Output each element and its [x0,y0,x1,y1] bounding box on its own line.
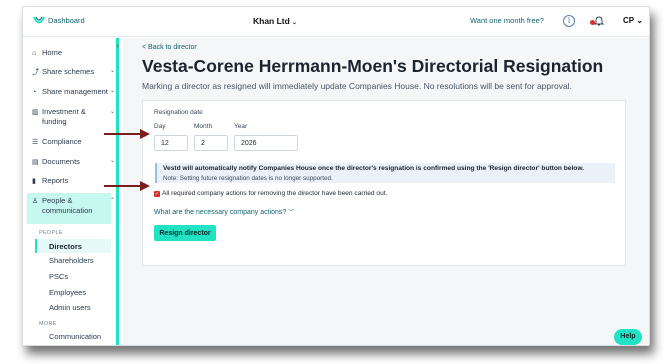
sidebar-item-share-management[interactable]: ◔ Share management ⌄ [32,87,118,96]
people-section-heading: PEOPLE [39,230,63,236]
share-management-icon: ◔ [32,89,37,96]
user-initials: CP [623,16,634,25]
necessary-actions-text: What are the necessary company actions? [154,209,287,216]
sidebar-subitem-shareholders[interactable]: Shareholders [49,256,94,265]
sidebar-item-share-schemes[interactable]: ⤴ Share schemes ⌄ [32,67,118,77]
sidebar-item-label: Reports [42,176,69,185]
chevron-down-icon: ⌄ [110,68,116,74]
month-input[interactable] [194,135,228,151]
promo-link[interactable]: Want one month free? [470,16,544,25]
back-to-director-link[interactable]: < Back to director [142,44,197,51]
collapse-sidebar-icon[interactable]: « [116,43,120,50]
sidebar-subitem-pscs[interactable]: PSCs [49,272,68,281]
share-schemes-icon: ⤴ [32,69,39,76]
company-switcher[interactable]: Khan Ltd ⌄ [253,16,297,26]
year-label: Year [234,123,248,130]
chevron-down-icon: ⌄ [110,88,116,94]
app-window: Dashboard Khan Ltd ⌄ Want one month free?… [22,6,650,346]
month-label: Month [194,123,213,130]
page-title: Vesta-Corene Herrmann-Moen's Directorial… [142,56,604,76]
notice-note: Note: Setting future resignation dates i… [163,175,333,182]
resignation-date-label: Resignation date [154,109,203,116]
help-button[interactable]: Help [614,329,642,345]
notification-notice: Vestd will automatically notify Companie… [155,163,615,183]
company-actions-checkbox[interactable]: ✓ [154,191,160,197]
dashboard-link[interactable]: Dashboard [48,16,85,25]
sidebar-item-label: Share management [42,87,108,96]
people-icon: ♙ [32,198,39,205]
sidebar-item-documents[interactable]: ▤ Documents ⌄ [32,157,118,166]
user-menu[interactable]: CP ⌄ [623,16,643,25]
top-bar: Dashboard Khan Ltd ⌄ Want one month free?… [23,7,649,37]
vestd-logo-icon[interactable] [32,14,46,28]
notice-text: Vestd will automatically notify Companie… [163,165,585,172]
chevron-down-icon: ⌄ [291,20,297,26]
documents-icon: ▤ [32,159,39,166]
main-content: < Back to director Vesta-Corene Herrmann… [123,38,649,345]
sidebar-item-label: Share schemes [42,67,95,76]
investment-icon: ▥ [32,109,39,116]
compliance-icon: ☰ [32,139,39,146]
sidebar-item-label: Investment & funding [42,107,86,126]
sidebar-item-investment[interactable]: ▥ Investment & funding ⌄ [32,107,118,127]
sidebar-item-label: Compliance [42,137,82,146]
chevron-up-icon: ⌃ [110,198,116,204]
info-icon[interactable]: i [563,15,575,27]
resignation-form-card: Resignation date Day Month Year Vestd wi… [142,100,626,266]
necessary-actions-link[interactable]: What are the necessary company actions? … [154,207,294,216]
chevron-down-icon: ⌄ [110,158,116,164]
chevron-down-icon: ﹀ [288,210,295,216]
sidebar-item-people[interactable]: ♙ People & communication ⌃ [32,196,118,216]
home-icon: ⌂ [32,50,37,57]
sidebar-item-label: Home [42,48,63,57]
sidebar-item-home[interactable]: ⌂ Home [32,48,62,57]
company-name: Khan Ltd [253,16,290,26]
year-input[interactable] [234,135,298,151]
bell-icon[interactable] [593,15,605,27]
sidebar: « ⌂ Home ⤴ Share schemes ⌄ ◔ Share managemen… [23,38,120,345]
sidebar-item-reports[interactable]: ▮ Reports [32,176,68,185]
sidebar-item-label: People & communication [42,196,93,215]
day-input[interactable] [154,135,188,151]
sidebar-subitem-admin-users[interactable]: Admin users [49,303,91,312]
reports-icon: ▮ [32,178,36,185]
sidebar-subitem-directors[interactable]: Directors [49,242,82,251]
annotation-arrow-icon [104,129,150,139]
sidebar-item-label: Documents [42,157,80,166]
more-section-heading: MORE [39,321,57,327]
resign-director-button[interactable]: Resign director [154,225,216,241]
sidebar-subitem-employees[interactable]: Employees [49,288,86,297]
annotation-arrow-icon [104,181,150,191]
chevron-down-icon: ⌄ [110,109,116,115]
company-actions-checkbox-label[interactable]: All required company actions for removin… [162,190,387,197]
active-subitem-bar [35,239,37,253]
sidebar-subitem-communication[interactable]: Communication [49,332,101,341]
sidebar-item-compliance[interactable]: ☰ Compliance [32,137,82,146]
page-subtitle: Marking a director as resigned will imme… [142,81,572,91]
day-label: Day [154,123,166,130]
